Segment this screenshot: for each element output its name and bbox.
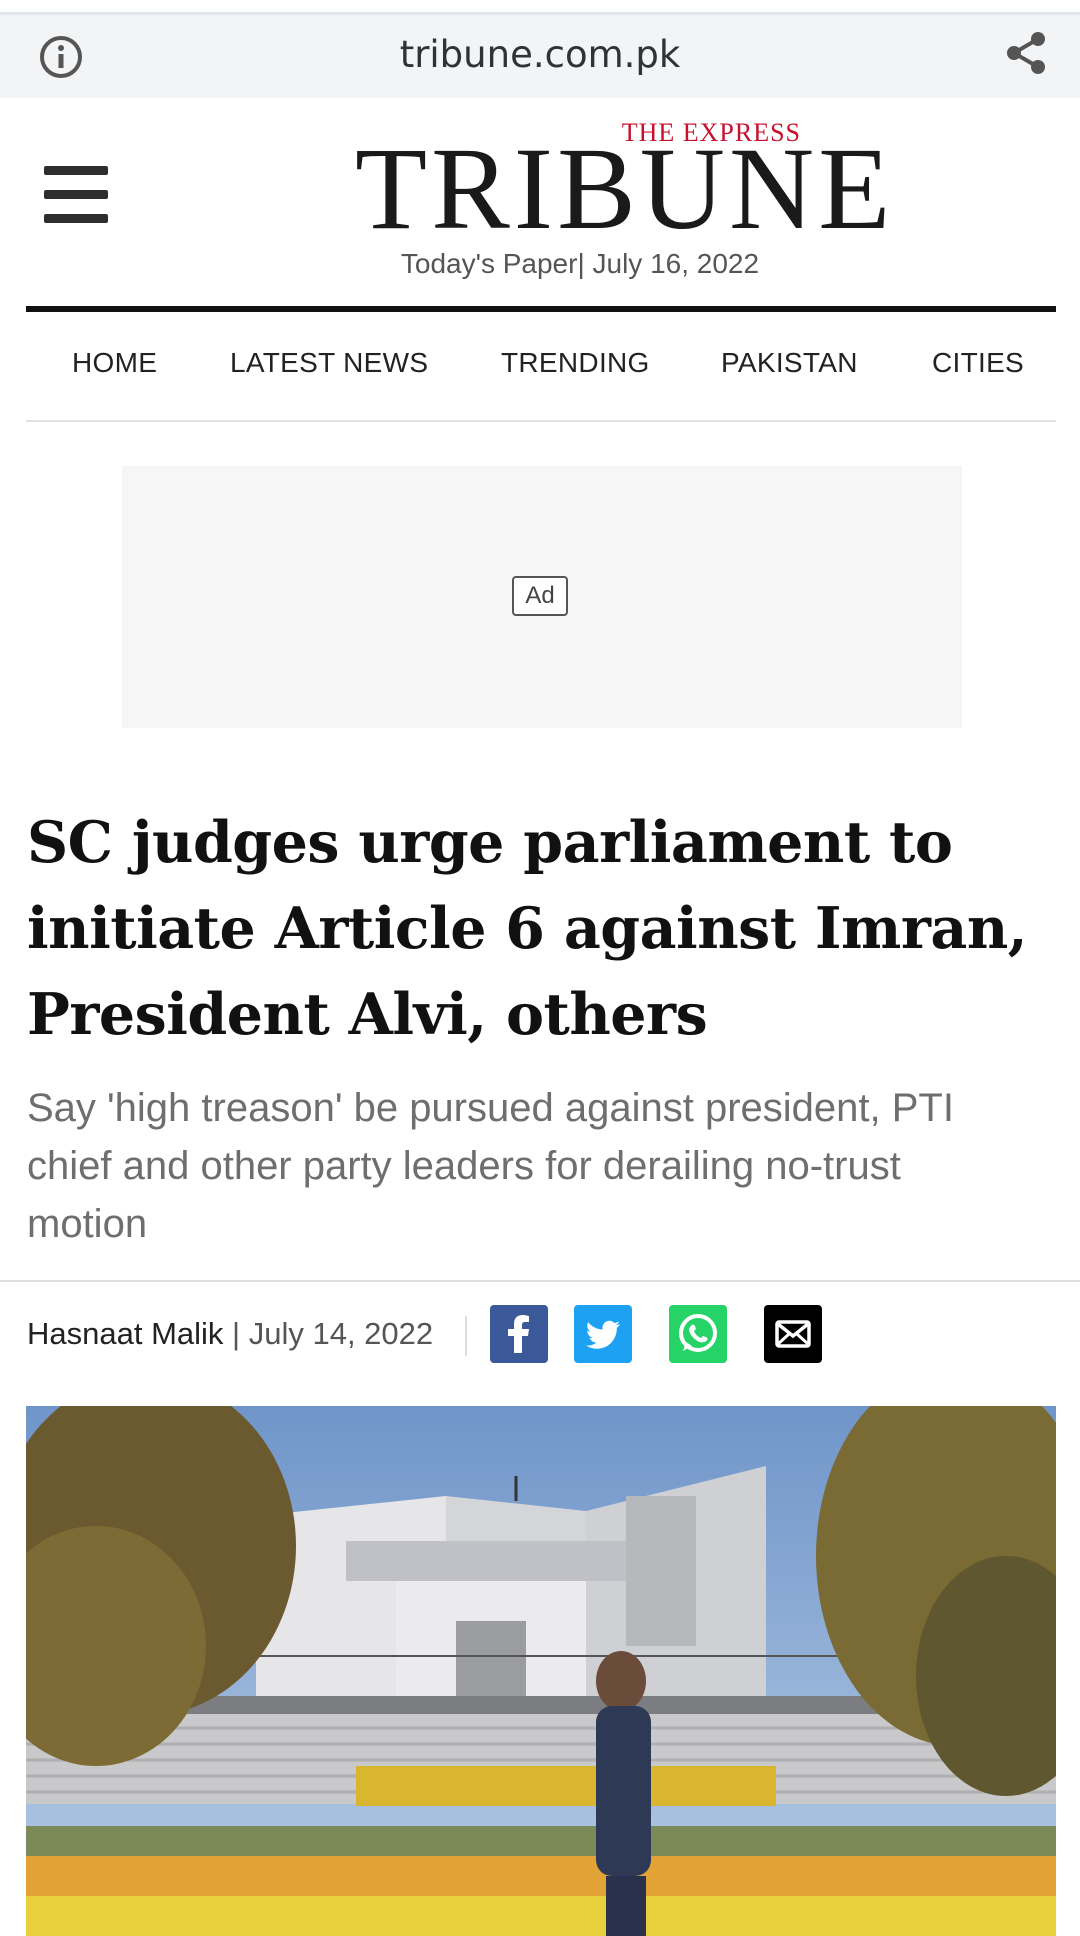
nav-pakistan[interactable]: PAKISTAN (721, 347, 858, 379)
logo-tribune: TRIBUNE (355, 123, 895, 254)
url-text[interactable]: tribune.com.pk (0, 33, 1080, 76)
byline-separator: | (232, 1316, 241, 1351)
article-subheadline: Say 'high treason' be pursued against pr… (27, 1086, 954, 1246)
main-nav: HOME LATEST NEWS TRENDING PAKISTAN CITIE… (26, 312, 1056, 420)
date-separator: | (577, 248, 585, 279)
browser-url-bar[interactable]: tribune.com.pk (0, 15, 1080, 98)
ad-badge: Ad (512, 576, 568, 616)
twitter-share-button[interactable] (574, 1305, 632, 1363)
nav-divider (26, 420, 1056, 422)
nav-cities[interactable]: CITIES (932, 347, 1024, 379)
share-divider (465, 1316, 467, 1356)
whatsapp-icon (679, 1314, 717, 1352)
twitter-icon (586, 1320, 620, 1349)
todays-paper-link[interactable]: Today's Paper (401, 248, 578, 279)
nav-latest-news[interactable]: LATEST NEWS (230, 347, 428, 379)
supreme-court-photo (26, 1406, 1056, 1936)
article-headline: SC judges urge parliament to initiate Ar… (27, 809, 1028, 1048)
todays-date: July 16, 2022 (592, 248, 760, 279)
todays-paper-line: Today's Paper| July 16, 2022 (0, 248, 1080, 280)
publish-date: July 14, 2022 (248, 1316, 434, 1351)
site-logo[interactable]: THE EXPRESS TRIBUNE (355, 118, 890, 248)
hamburger-menu-icon[interactable] (44, 166, 108, 224)
facebook-icon (508, 1315, 529, 1353)
facebook-share-button[interactable] (490, 1305, 548, 1363)
share-icon[interactable] (1002, 29, 1050, 77)
byline-divider (0, 1280, 1080, 1282)
email-icon (775, 1320, 811, 1348)
byline: Hasnaat Malik | July 14, 2022 (27, 1316, 433, 1352)
nav-home[interactable]: HOME (72, 347, 157, 379)
nav-trending[interactable]: TRENDING (501, 347, 650, 379)
whatsapp-share-button[interactable] (669, 1305, 727, 1363)
article-hero-image[interactable] (26, 1406, 1056, 1936)
author-name[interactable]: Hasnaat Malik (27, 1316, 223, 1351)
email-share-button[interactable] (764, 1305, 822, 1363)
